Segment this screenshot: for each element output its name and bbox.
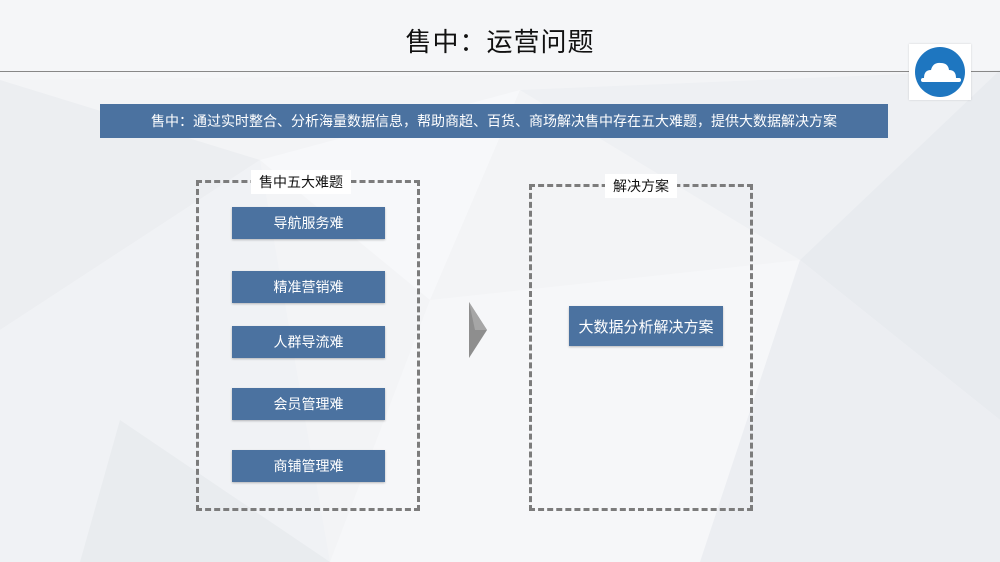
- solution-panel-label: 解决方案: [605, 174, 677, 198]
- problem-item-marketing[interactable]: 精准营销难: [232, 271, 385, 303]
- solution-panel: 解决方案: [529, 174, 753, 511]
- solution-button[interactable]: 大数据分析解决方案: [569, 306, 723, 346]
- problem-item-shops[interactable]: 商铺管理难: [232, 450, 385, 482]
- polygon-background: [0, 0, 1000, 562]
- problem-item-membership[interactable]: 会员管理难: [232, 388, 385, 420]
- summary-banner: 售中：通过实时整合、分析海量数据信息，帮助商超、百货、商场解决售中存在五大难题，…: [100, 104, 888, 138]
- slide-title: 售中：运营问题: [405, 28, 595, 58]
- cloud-logo-icon: [915, 47, 965, 97]
- problem-item-traffic[interactable]: 人群导流难: [232, 326, 385, 358]
- title-divider: [0, 71, 1000, 72]
- right-arrow-icon: [469, 302, 487, 358]
- problems-panel-label: 售中五大难题: [251, 170, 351, 194]
- logo: [909, 44, 971, 100]
- problem-item-navigation[interactable]: 导航服务难: [232, 207, 385, 239]
